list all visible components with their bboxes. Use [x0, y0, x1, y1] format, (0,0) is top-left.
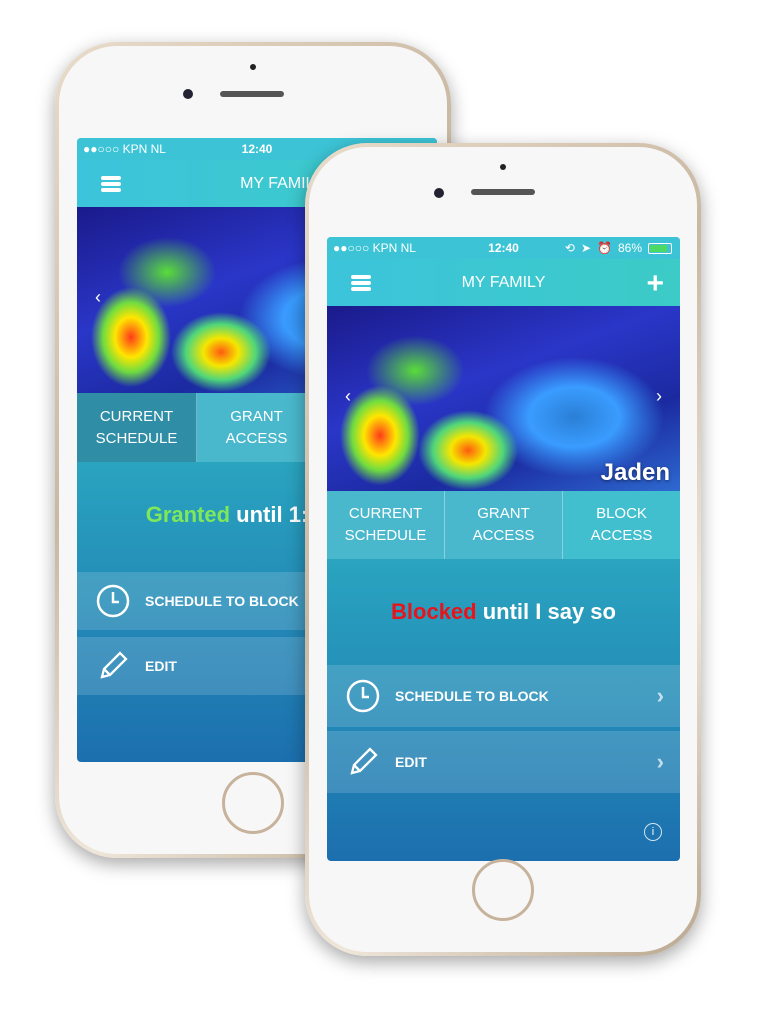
rotation-lock-icon: ⟲ — [564, 241, 575, 255]
chevron-left-icon[interactable]: ‹ — [345, 386, 351, 407]
info-icon[interactable]: i — [644, 823, 662, 841]
profile-photo: ‹ › Jaden — [327, 306, 680, 491]
edit-row[interactable]: EDIT › — [327, 731, 680, 793]
front-phone: ●●○○○ KPN NL 12:40 ⟲ ➤ ⏰ 86% MY FAMILY +… — [305, 143, 701, 956]
clock: 12:40 — [241, 142, 273, 156]
front-screen: ●●○○○ KPN NL 12:40 ⟲ ➤ ⏰ 86% MY FAMILY +… — [327, 237, 680, 861]
tab-bar: CURRENT SCHEDULE GRANT ACCESS BLOCK ACCE… — [327, 491, 680, 559]
menu-icon[interactable] — [101, 176, 121, 192]
sensor — [250, 64, 256, 70]
add-icon[interactable]: + — [646, 267, 664, 301]
tab-grant-access[interactable]: GRANT ACCESS — [197, 393, 317, 462]
clock-icon — [95, 583, 131, 619]
speaker — [471, 189, 535, 195]
chevron-left-icon[interactable]: ‹ — [95, 287, 101, 308]
page-title: MY FAMILY — [461, 273, 546, 291]
chevron-right-icon: › — [656, 683, 664, 708]
pencil-icon — [345, 744, 381, 780]
profile-name: Jaden — [600, 459, 670, 486]
schedule-to-block-row[interactable]: SCHEDULE TO BLOCK › — [327, 665, 680, 727]
tab-current-schedule[interactable]: CURRENT SCHEDULE — [77, 393, 197, 462]
home-button[interactable] — [472, 859, 534, 921]
nav-bar: MY FAMILY + — [327, 259, 680, 306]
home-button[interactable] — [222, 772, 284, 834]
clock: 12:40 — [488, 241, 519, 255]
sensor — [500, 164, 506, 170]
battery-percent: 86% — [617, 241, 642, 255]
alarm-icon: ⏰ — [597, 241, 612, 255]
access-status: Blocked until I say so — [391, 599, 616, 624]
battery-icon — [648, 242, 672, 254]
menu-icon[interactable] — [351, 275, 371, 291]
tab-current-schedule[interactable]: CURRENT SCHEDULE — [327, 491, 445, 559]
clock-icon — [345, 678, 381, 714]
tab-grant-access[interactable]: GRANT ACCESS — [445, 491, 563, 559]
location-icon: ➤ — [580, 241, 592, 255]
speaker — [220, 91, 284, 97]
carrier: ●●○○○ KPN NL — [83, 142, 166, 156]
carrier: ●●○○○ KPN NL — [333, 241, 416, 255]
chevron-right-icon: › — [656, 749, 664, 774]
front-camera — [434, 188, 444, 198]
status-bar: ●●○○○ KPN NL 12:40 ⟲ ➤ ⏰ 86% — [327, 237, 680, 259]
tab-block-access[interactable]: BLOCK ACCESS — [563, 491, 680, 559]
pencil-icon — [95, 648, 131, 684]
front-camera — [183, 89, 193, 99]
chevron-right-icon[interactable]: › — [656, 386, 662, 407]
